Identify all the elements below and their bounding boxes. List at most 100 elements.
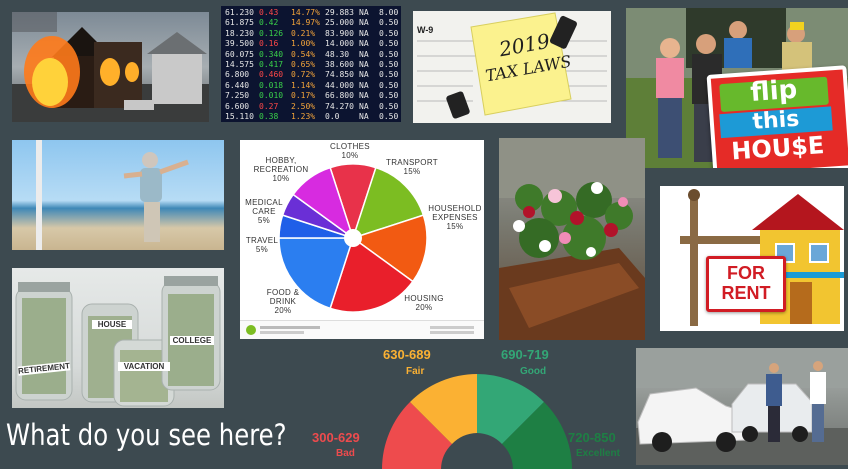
stock-cell: 61.875: [225, 18, 254, 28]
stock-cell: 14.77%: [291, 8, 320, 17]
jar-label-vacation: VACATION: [118, 362, 170, 371]
casket-illustration: [499, 138, 645, 340]
stock-row: 14.575 0.417 0.65% 38.600 NA 0.50: [221, 60, 401, 70]
stock-cell: 14.97%: [291, 18, 320, 28]
gauge-word-bad: Bad: [336, 448, 355, 459]
stock-cell: NA: [359, 28, 369, 38]
house-fire-photo: [12, 12, 209, 122]
stock-cell: 39.500: [225, 39, 254, 49]
stock-cell: 66.800: [325, 91, 354, 101]
stock-cell: NA: [359, 91, 369, 101]
stock-cell: NA: [359, 112, 369, 121]
stock-logo-icon: [246, 325, 256, 335]
stock-row: 18.230 0.126 0.21% 83.900 NA 0.50: [221, 29, 401, 39]
gauge-word-good: Good: [520, 366, 547, 377]
pie-label-clothes: CLOTHES 10%: [330, 142, 370, 160]
jar-label-house: HOUSE: [92, 320, 132, 329]
stock-cell: 0.17%: [291, 91, 316, 101]
stock-cell: 6.800: [225, 70, 250, 80]
stock-cell: 6.440: [225, 80, 250, 90]
stock-cell: NA: [359, 70, 369, 80]
beach-illustration: [36, 140, 189, 250]
stock-cell: 0.50: [379, 18, 399, 28]
stock-row: 60.075 0.340 0.54% 48.30 NA 0.50: [221, 50, 401, 60]
gauge-word-fair: Fair: [406, 366, 425, 377]
stock-cell: 83.900: [325, 28, 354, 38]
stock-cell: 0.50: [379, 101, 399, 111]
stock-cell: 7.250: [225, 91, 250, 101]
stock-cell: 0.010: [259, 91, 284, 101]
stock-cell: 1.00%: [291, 39, 316, 49]
car-crash-photo: [636, 348, 848, 465]
stock-cell: 0.42: [259, 18, 279, 28]
stock-cell: 0.50: [379, 60, 399, 69]
stock-cell: 0.50: [379, 70, 399, 80]
stock-cell: NA: [359, 8, 369, 17]
stock-cell: 60.075: [225, 49, 254, 59]
for-rent-sign-image: FOR RENT: [660, 186, 844, 331]
stock-cell: 0.72%: [291, 70, 316, 80]
stock-cell: 0.50: [379, 80, 399, 90]
pie-label-travel: TRAVEL 5%: [245, 236, 279, 254]
gauge-range-good: 690-719: [501, 347, 549, 362]
stock-cell: 1.23%: [291, 112, 316, 121]
gauge-word-excellent: Excellent: [576, 448, 620, 459]
stock-cell: NA: [359, 80, 369, 90]
stock-cell: NA: [359, 18, 369, 28]
stock-cell: 0.50: [379, 28, 399, 38]
stock-cell: 14.575: [225, 60, 254, 69]
flip-sign: flip this HOU$E: [706, 65, 848, 168]
stock-cell: 2.50%: [291, 101, 316, 111]
stock-cell: 15.110: [225, 112, 254, 121]
stock-cell: 74.270: [325, 101, 354, 111]
gauge-range-bad: 300-629: [312, 430, 360, 445]
pie-label-household: HOUSEHOLD EXPENSES 15%: [428, 204, 482, 231]
for-rent-line1: FOR: [727, 263, 765, 283]
stock-row: 15.110 0.38 1.23% 0.0 NA 0.50: [221, 112, 401, 122]
flip-this-house-photo: flip this HOU$E: [626, 8, 848, 168]
retiree-beach-photo: [12, 140, 224, 250]
stock-cell: NA: [359, 49, 369, 59]
stock-cell: 0.50: [379, 49, 399, 59]
expense-pie-chart: CLOTHES 10% TRANSPORT 15% HOUSEHOLD EXPENSE…: [240, 140, 484, 339]
for-rent-sign: FOR RENT: [706, 256, 786, 312]
pie-label-food: FOOD & DRINK 20%: [266, 288, 300, 315]
pie-label-medical: MEDICAL CARE 5%: [245, 198, 283, 225]
stock-cell: 0.38: [259, 112, 279, 121]
stock-cell: 0.126: [259, 28, 284, 38]
savings-jars-photo: RETIREMENT HOUSE VACATION COLLEGE: [12, 268, 224, 408]
stock-cell: 14.000: [325, 39, 354, 49]
stock-cell: NA: [359, 39, 369, 49]
pie-footer-bar: [240, 320, 484, 339]
stock-row: 6.440 0.018 1.14% 44.000 NA 0.50: [221, 81, 401, 91]
stock-cell: NA: [359, 60, 369, 69]
stock-cell: 0.50: [379, 112, 399, 121]
stock-cell: 25.000: [325, 18, 354, 28]
stock-cell: 0.16: [259, 39, 279, 49]
stock-row: 7.250 0.010 0.17% 66.800 NA 0.50: [221, 91, 401, 101]
stock-cell: 1.14%: [291, 80, 316, 90]
pie-center-hole: [344, 229, 362, 247]
pie-label-transport: TRANSPORT 15%: [386, 158, 438, 176]
stock-cell: 0.54%: [291, 49, 316, 59]
casket-flowers-photo: [499, 138, 645, 340]
tax-laws-photo: W-9 2019 TAX LAWS: [413, 11, 611, 123]
credit-score-gauge: [382, 374, 572, 469]
stock-cell: 38.600: [325, 60, 354, 69]
stock-cell: 0.460: [259, 70, 284, 80]
stock-cell: 0.340: [259, 49, 284, 59]
stock-cell: 0.43: [259, 8, 279, 17]
stock-cell: 0.417: [259, 60, 284, 69]
stock-cell: 0.21%: [291, 28, 316, 38]
stock-row: 39.500 0.16 1.00% 14.000 NA 0.50: [221, 39, 401, 49]
stock-cell: 0.0: [325, 112, 340, 121]
stock-cell: 18.230: [225, 28, 254, 38]
pie-label-hobby: HOBBY, RECREATION 10%: [253, 156, 309, 183]
stock-row: 61.230 0.43 14.77% 29.883 NA 8.00: [221, 8, 401, 18]
gauge-range-fair: 630-689: [383, 347, 431, 362]
gauge-range-excellent: 720-850: [568, 430, 616, 445]
car-crash-illustration: [636, 348, 848, 465]
house-fire-illustration: [12, 12, 209, 122]
stock-cell: 0.27: [259, 101, 279, 111]
pie-label-housing: HOUSING 20%: [404, 294, 444, 312]
